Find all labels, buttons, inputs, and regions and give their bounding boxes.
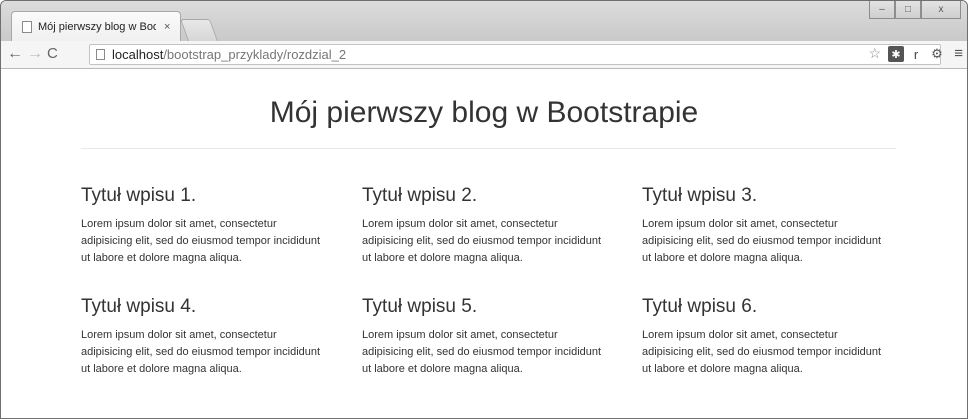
- blog-post: Tytuł wpisu 2. Lorem ipsum dolor sit ame…: [362, 185, 612, 267]
- extension-icon[interactable]: r: [908, 46, 924, 62]
- address-bar[interactable]: localhost /bootstrap_przyklady/rozdzial_…: [89, 44, 941, 65]
- maximize-button[interactable]: □: [895, 1, 921, 19]
- reload-icon[interactable]: C: [47, 45, 58, 62]
- blog-post: Tytuł wpisu 5. Lorem ipsum dolor sit ame…: [362, 296, 612, 378]
- blog-post: Tytuł wpisu 6. Lorem ipsum dolor sit ame…: [642, 296, 892, 378]
- post-title: Tytuł wpisu 3.: [642, 185, 758, 206]
- post-body: Lorem ipsum dolor sit amet, consectetur …: [362, 329, 602, 375]
- star-icon[interactable]: ☆: [868, 45, 881, 62]
- post-body: Lorem ipsum dolor sit amet, consectetur …: [81, 218, 321, 264]
- browser-toolbar: ← → C localhost /bootstrap_przyklady/roz…: [1, 41, 967, 69]
- tab-close-icon[interactable]: ×: [164, 21, 170, 33]
- post-title: Tytuł wpisu 2.: [362, 185, 478, 206]
- url-host: localhost: [112, 47, 164, 62]
- post-body: Lorem ipsum dolor sit amet, consectetur …: [362, 218, 602, 264]
- new-tab-button[interactable]: [179, 19, 219, 41]
- post-title: Tytuł wpisu 5.: [362, 296, 478, 317]
- blog-post: Tytuł wpisu 3. Lorem ipsum dolor sit ame…: [642, 185, 892, 267]
- browser-tab[interactable]: Mój pierwszy blog w Boot ×: [11, 11, 181, 41]
- url-path: /bootstrap_przyklady/rozdzial_2: [163, 47, 347, 62]
- post-title: Tytuł wpisu 1.: [81, 185, 197, 206]
- post-body: Lorem ipsum dolor sit amet, consectetur …: [642, 218, 882, 264]
- blog-post: Tytuł wpisu 4. Lorem ipsum dolor sit ame…: [81, 296, 331, 378]
- extension-icon[interactable]: ⚙: [929, 46, 945, 62]
- post-title: Tytuł wpisu 6.: [642, 296, 758, 317]
- window-controls: – □ x: [869, 1, 961, 19]
- browser-window: Mój pierwszy blog w Boot × – □ x ← → C l…: [0, 0, 968, 419]
- post-body: Lorem ipsum dolor sit amet, consectetur …: [642, 329, 882, 375]
- back-icon[interactable]: ←: [7, 45, 23, 63]
- blog-post: Tytuł wpisu 1. Lorem ipsum dolor sit ame…: [81, 185, 331, 267]
- extension-icon[interactable]: ✱: [888, 46, 904, 62]
- page-icon: [22, 20, 32, 33]
- page-title: Mój pierwszy blog w Bootstrapie: [269, 96, 699, 129]
- minimize-button[interactable]: –: [869, 1, 895, 19]
- title-bar: Mój pierwszy blog w Boot × – □ x: [1, 1, 967, 41]
- post-title: Tytuł wpisu 4.: [81, 296, 197, 317]
- post-body: Lorem ipsum dolor sit amet, consectetur …: [81, 329, 321, 375]
- forward-icon[interactable]: →: [27, 45, 43, 63]
- page-content: Mój pierwszy blog w Bootstrapie Tytuł wp…: [1, 69, 967, 418]
- menu-icon[interactable]: ≡: [954, 45, 963, 62]
- close-window-button[interactable]: x: [921, 1, 961, 19]
- tab-title: Mój pierwszy blog w Boot: [38, 20, 156, 33]
- page-icon: [96, 49, 105, 60]
- divider: [81, 148, 896, 149]
